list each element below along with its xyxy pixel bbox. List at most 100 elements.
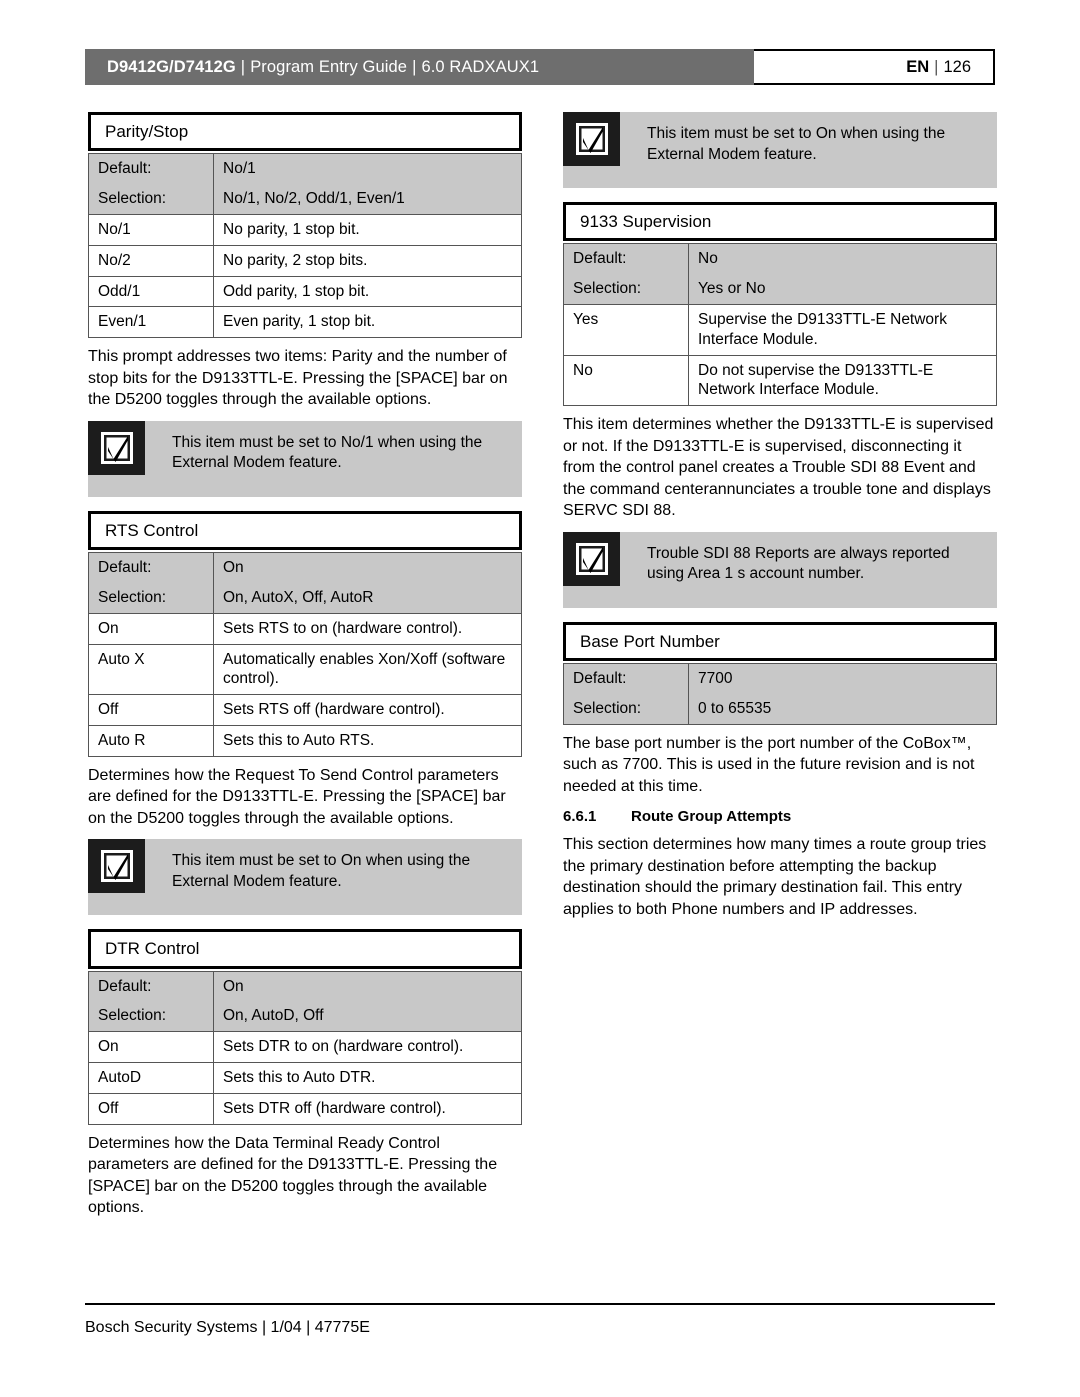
right-column: This item must be set to On when using t… <box>563 112 997 930</box>
selection-value: On, AutoX, Off, AutoR <box>213 582 522 614</box>
footer-text: Bosch Security Systems | 1/04 | 47775E <box>85 1319 370 1336</box>
page-footer: Bosch Security Systems | 1/04 | 47775E <box>85 1303 995 1337</box>
checkmark-box-icon <box>563 531 620 586</box>
note-box-rts-control: This item must be set to On when using t… <box>88 839 522 916</box>
table-row-selection: Selection: On, AutoX, Off, AutoR <box>88 582 522 614</box>
note-box-top: This item must be set to On when using t… <box>563 112 997 188</box>
header-separator-2: | <box>412 57 417 76</box>
table-row: Odd/1 Odd parity, 1 stop bit. <box>88 275 522 308</box>
table-row-selection: Selection: 0 to 65535 <box>563 693 997 725</box>
header-guide-name: Program Entry Guide <box>250 57 408 76</box>
selection-label: Selection: <box>88 1001 214 1033</box>
option-desc: Sets this to Auto DTR. <box>213 1062 522 1094</box>
checkmark-box-icon <box>88 420 145 475</box>
option-key: No/1 <box>88 213 214 246</box>
header-doc-model: D9412G/D7412G <box>107 57 236 76</box>
header-separator-3: | <box>934 57 939 76</box>
rts-control-body-text: Determines how the Request To Send Contr… <box>88 766 506 827</box>
option-desc: No parity, 2 stop bits. <box>213 244 522 277</box>
section-title-9133-supervision: 9133 Supervision <box>563 202 997 242</box>
section-title-rts-control: RTS Control <box>88 510 522 551</box>
page-number: 126 <box>943 57 971 76</box>
selection-value: On, AutoD, Off <box>213 1001 522 1033</box>
base-port-number-table: Default: 7700 Selection: 0 to 65535 <box>563 663 997 725</box>
option-desc: Sets RTS to on (hardware control). <box>213 612 522 645</box>
left-column: Parity/Stop Default: No/1 Selection: No/… <box>88 112 522 1229</box>
table-row: On Sets DTR to on (hardware control). <box>88 1031 522 1064</box>
table-row-default: Default: On <box>88 970 522 1002</box>
option-desc: Supervise the D9133TTL-E Network Interfa… <box>688 303 997 356</box>
selection-value: 0 to 65535 <box>688 693 997 725</box>
table-row: On Sets RTS to on (hardware control). <box>88 612 522 645</box>
dtr-control-body-text: Determines how the Data Terminal Ready C… <box>88 1134 498 1217</box>
note-text: This item must be set to No/1 when using… <box>172 433 483 472</box>
option-key: AutoD <box>88 1062 214 1094</box>
checkmark-box-icon <box>563 112 620 166</box>
base-port-number-body-text: The base port number is the port number … <box>563 734 975 795</box>
option-desc: Even parity, 1 stop bit. <box>213 306 522 339</box>
table-row-default: Default: 7700 <box>563 663 997 694</box>
option-key: Auto X <box>88 643 214 696</box>
header-section-name: 6.0 RADXAUX1 <box>421 57 540 76</box>
subsection-title: Route Group Attempts <box>631 808 792 826</box>
option-key: Odd/1 <box>88 275 214 308</box>
default-value: On <box>213 970 522 1002</box>
supervision-9133-table: Default: No Selection: Yes or No Yes Sup… <box>563 243 997 407</box>
header-title-bar: D9412G/D7412G | Program Entry Guide | 6.… <box>85 49 754 85</box>
default-label: Default: <box>88 970 214 1002</box>
option-desc: Sets RTS off (hardware control). <box>213 694 522 726</box>
note-text: This item must be set to On when using t… <box>172 852 471 890</box>
default-label: Default: <box>563 663 689 694</box>
option-key: Off <box>88 1092 214 1125</box>
default-value: On <box>213 552 522 583</box>
table-row: Yes Supervise the D9133TTL-E Network Int… <box>563 303 997 356</box>
option-desc: Odd parity, 1 stop bit. <box>213 275 522 308</box>
option-key: Even/1 <box>88 306 214 339</box>
header-separator-1: | <box>240 57 246 76</box>
option-key: On <box>88 612 214 645</box>
default-value: 7700 <box>688 663 997 694</box>
section-title-parity-stop: Parity/Stop <box>88 112 522 152</box>
table-row: No/1 No parity, 1 stop bit. <box>88 213 522 246</box>
dtr-control-table: Default: On Selection: On, AutoD, Off On… <box>88 970 522 1125</box>
default-label: Default: <box>563 243 689 275</box>
option-desc: Sets DTR to on (hardware control). <box>213 1031 522 1064</box>
route-group-attempts-body-text: This section determines how many times a… <box>563 836 987 918</box>
table-row: Even/1 Even parity, 1 stop bit. <box>88 306 522 339</box>
page-header: D9412G/D7412G | Program Entry Guide | 6.… <box>85 49 995 85</box>
table-row: Auto R Sets this to Auto RTS. <box>88 724 522 757</box>
option-desc: Automatically enables Xon/Xoff (software… <box>213 643 522 696</box>
default-label: Default: <box>88 153 214 185</box>
note-text: This item must be set to On when using t… <box>647 125 946 163</box>
option-key: On <box>88 1031 214 1064</box>
supervision-9133-body-text: This item determines whether the D9133TT… <box>563 416 994 520</box>
parity-stop-table: Default: No/1 Selection: No/1, No/2, Odd… <box>88 153 522 339</box>
checkmark-box-icon <box>88 839 145 894</box>
selection-value: No/1, No/2, Odd/1, Even/1 <box>213 184 522 215</box>
table-row-default: Default: No/1 <box>88 153 522 185</box>
table-row: Off Sets RTS off (hardware control). <box>88 694 522 726</box>
option-key: Off <box>88 694 214 726</box>
option-desc: Do not supervise the D9133TTL-E Network … <box>688 354 997 407</box>
option-desc: Sets this to Auto RTS. <box>213 724 522 757</box>
default-value: No/1 <box>213 153 522 185</box>
table-row: No Do not supervise the D9133TTL-E Netwo… <box>563 354 997 407</box>
note-box-supervision: Trouble SDI 88 Reports are always report… <box>563 531 997 608</box>
default-value: No <box>688 243 997 275</box>
table-row-default: Default: On <box>88 552 522 583</box>
option-key: Yes <box>563 303 689 356</box>
table-row: AutoD Sets this to Auto DTR. <box>88 1062 522 1094</box>
table-row: No/2 No parity, 2 stop bits. <box>88 244 522 277</box>
note-box-parity-stop: This item must be set to No/1 when using… <box>88 420 522 497</box>
header-page-box: EN | 126 <box>754 49 995 85</box>
parity-stop-body-text: This prompt addresses two items: Parity … <box>88 348 508 409</box>
selection-label: Selection: <box>563 693 689 725</box>
header-language-code: EN <box>906 57 930 76</box>
rts-control-table: Default: On Selection: On, AutoX, Off, A… <box>88 552 522 757</box>
section-title-base-port-number: Base Port Number <box>563 621 997 662</box>
option-desc: Sets DTR off (hardware control). <box>213 1092 522 1125</box>
table-row-selection: Selection: Yes or No <box>563 274 997 305</box>
subsection-number: 6.6.1 <box>563 808 597 826</box>
selection-label: Selection: <box>88 582 214 614</box>
note-text: Trouble SDI 88 Reports are always report… <box>647 544 950 583</box>
